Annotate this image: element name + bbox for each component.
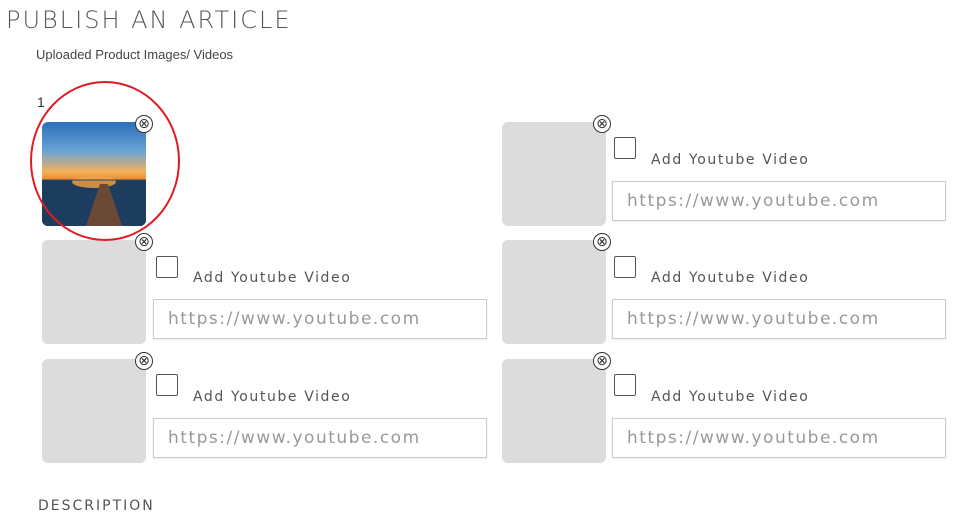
youtube-video-label: Add Youtube Video	[193, 389, 352, 405]
media-slot-placeholder[interactable]	[502, 359, 606, 463]
youtube-url-input[interactable]	[612, 418, 946, 458]
media-slot-placeholder[interactable]	[502, 122, 606, 226]
media-slot-image[interactable]	[42, 122, 146, 226]
youtube-video-checkbox[interactable]	[614, 256, 636, 278]
youtube-video-checkbox[interactable]	[614, 137, 636, 159]
remove-media-button[interactable]: ⊗	[593, 115, 611, 133]
youtube-video-checkbox[interactable]	[614, 374, 636, 396]
youtube-video-label: Add Youtube Video	[193, 270, 352, 286]
youtube-video-checkbox[interactable]	[156, 374, 178, 396]
youtube-url-input[interactable]	[612, 299, 946, 339]
remove-media-button[interactable]: ⊗	[135, 115, 153, 133]
remove-media-button[interactable]: ⊗	[593, 352, 611, 370]
media-slot-placeholder[interactable]	[42, 240, 146, 344]
section-subtitle: Uploaded Product Images/ Videos	[36, 47, 234, 62]
media-slot-placeholder[interactable]	[42, 359, 146, 463]
page-title: PUBLISH AN ARTICLE	[6, 6, 292, 34]
remove-media-button[interactable]: ⊗	[135, 352, 153, 370]
remove-media-button[interactable]: ⊗	[135, 233, 153, 251]
youtube-video-checkbox[interactable]	[156, 256, 178, 278]
media-slot-placeholder[interactable]	[502, 240, 606, 344]
sunset-pier-image	[42, 176, 146, 226]
youtube-video-label: Add Youtube Video	[651, 270, 810, 286]
slot-index-label: 1	[37, 94, 45, 110]
youtube-url-input[interactable]	[153, 418, 487, 458]
remove-media-button[interactable]: ⊗	[593, 233, 611, 251]
youtube-video-label: Add Youtube Video	[651, 152, 810, 168]
youtube-url-input[interactable]	[153, 299, 487, 339]
description-heading: DESCRIPTION	[38, 498, 155, 514]
youtube-url-input[interactable]	[612, 181, 946, 221]
youtube-video-label: Add Youtube Video	[651, 389, 810, 405]
